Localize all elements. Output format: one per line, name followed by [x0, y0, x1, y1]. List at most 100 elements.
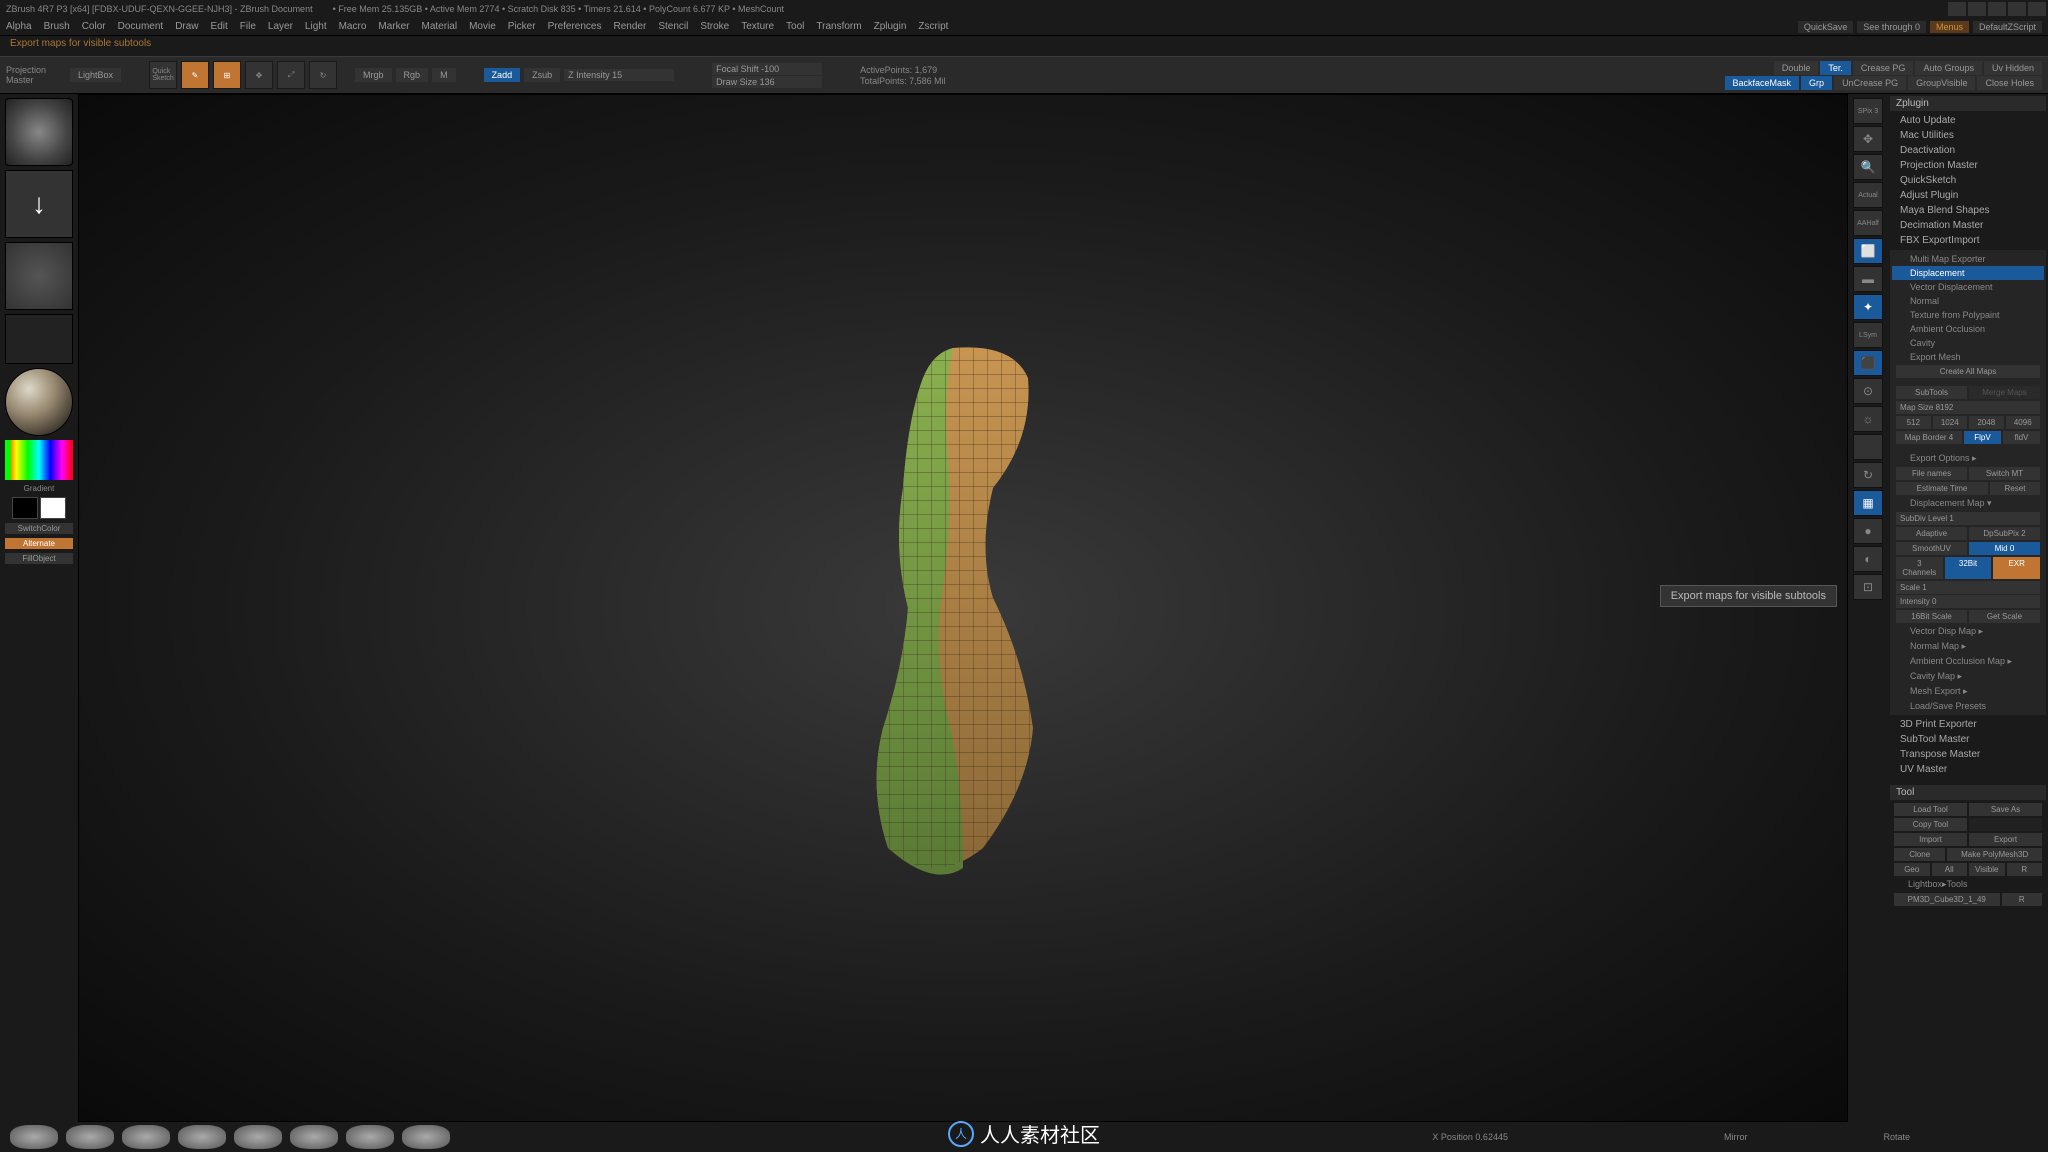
menu-layer[interactable]: Layer — [268, 21, 293, 32]
tool-title[interactable]: Tool — [1890, 785, 2046, 800]
bottom-thumb5[interactable] — [234, 1125, 282, 1149]
3dprint-item[interactable]: 3D Print Exporter — [1890, 717, 2046, 732]
mirror-label[interactable]: Mirror — [1724, 1132, 1748, 1142]
cavitymap-expand[interactable]: Cavity Map ▸ — [1892, 669, 2044, 684]
fluv-button[interactable]: FlpV — [1964, 431, 2001, 444]
space-icon[interactable]: ⊡ — [1853, 574, 1883, 600]
unhidden-button[interactable]: Uv Hidden — [1984, 61, 2042, 75]
material-preview[interactable] — [5, 368, 73, 436]
projmaster-item[interactable]: Projection Master — [1890, 158, 2046, 173]
mid-button[interactable]: Mid 0 — [1969, 542, 2040, 555]
menu-light[interactable]: Light — [305, 21, 327, 32]
filenames-button[interactable]: File names — [1896, 467, 1967, 480]
fldv-button[interactable]: fldV — [2003, 431, 2040, 444]
zintensity-slider[interactable]: Z Intensity 15 — [564, 69, 674, 81]
createallmaps-button[interactable]: Create All Maps — [1896, 365, 2040, 378]
mergemaps-button[interactable]: Merge Maps — [1969, 386, 2040, 399]
wc1[interactable] — [1948, 2, 1966, 16]
wc3[interactable] — [1988, 2, 2006, 16]
meshexport-expand[interactable]: Mesh Export ▸ — [1892, 684, 2044, 699]
move-icon[interactable] — [1853, 434, 1883, 460]
dispmap-expand[interactable]: Displacement Map ▾ — [1892, 496, 2044, 511]
menu-macro[interactable]: Macro — [339, 21, 367, 32]
subtools-button[interactable]: SubTools — [1896, 386, 1967, 399]
rotate-button[interactable]: ↻ — [309, 61, 337, 89]
menu-movie[interactable]: Movie — [469, 21, 496, 32]
zsub-button[interactable]: Zsub — [524, 68, 560, 82]
projection-master-button[interactable]: Projection Master — [6, 65, 66, 85]
quicksave-button[interactable]: QuickSave — [1798, 21, 1854, 33]
macutil-item[interactable]: Mac Utilities — [1890, 128, 2046, 143]
transposemaster-item[interactable]: Transpose Master — [1890, 747, 2046, 762]
menu-edit[interactable]: Edit — [211, 21, 228, 32]
actual-icon[interactable]: Actual — [1853, 182, 1883, 208]
quicksketch-item[interactable]: QuickSketch — [1890, 173, 2046, 188]
loadsave-button[interactable]: Load/Save Presets — [1892, 699, 2044, 713]
menu-stencil[interactable]: Stencil — [658, 21, 688, 32]
menu-file[interactable]: File — [240, 21, 256, 32]
menu-color[interactable]: Color — [82, 21, 106, 32]
scroll-icon[interactable]: ✥ — [1853, 126, 1883, 152]
persp-icon[interactable]: ⬜ — [1853, 238, 1883, 264]
makepoly-button[interactable]: Make PolyMesh3D — [1947, 848, 2042, 861]
double-button[interactable]: Double — [1774, 61, 1819, 75]
adaptive-button[interactable]: Adaptive — [1896, 527, 1967, 540]
menu-transform[interactable]: Transform — [816, 21, 861, 32]
menu-stroke[interactable]: Stroke — [700, 21, 729, 32]
export-button[interactable]: Export — [1969, 833, 2042, 846]
seethrough-slider[interactable]: See through 0 — [1857, 21, 1926, 33]
menu-picker[interactable]: Picker — [508, 21, 536, 32]
polyframe-icon[interactable]: ▦ — [1853, 490, 1883, 516]
bottom-thumb2[interactable] — [66, 1125, 114, 1149]
solo-icon[interactable]: ◐ — [1853, 546, 1883, 572]
bottom-thumb1[interactable] — [10, 1125, 58, 1149]
mapsize-slider[interactable]: Map Size 8192 — [1896, 401, 2040, 414]
bottom-thumb6[interactable] — [290, 1125, 338, 1149]
color-picker[interactable] — [5, 440, 73, 480]
wc5[interactable] — [2028, 2, 2046, 16]
wc4[interactable] — [2008, 2, 2026, 16]
move-button[interactable]: ✥ — [245, 61, 273, 89]
exportoptions-expand[interactable]: Export Options ▸ — [1892, 451, 2044, 466]
getscale-button[interactable]: Get Scale — [1969, 610, 2040, 623]
switchmt-button[interactable]: Switch MT — [1969, 467, 2040, 480]
exportmesh-toggle[interactable]: Export Mesh — [1892, 350, 2044, 364]
bottom-thumb3[interactable] — [122, 1125, 170, 1149]
r2-button[interactable]: R — [2002, 893, 2043, 906]
rgb-button[interactable]: Rgb — [396, 68, 429, 82]
groupvisible-button[interactable]: GroupVisible — [1908, 76, 1975, 90]
size4096-button[interactable]: 4096 — [2006, 416, 2041, 429]
bit32-button[interactable]: 32Bit — [1945, 557, 1992, 579]
lightboxtools-item[interactable]: Lightbox▸Tools — [1890, 877, 2046, 892]
zplugin-title[interactable]: Zplugin — [1890, 96, 2046, 111]
bottom-thumb8[interactable] — [402, 1125, 450, 1149]
adjustplugin-item[interactable]: Adjust Plugin — [1890, 188, 2046, 203]
grp-button[interactable]: Grp — [1801, 76, 1832, 90]
mme-title[interactable]: Multi Map Exporter — [1892, 252, 2044, 266]
normalmap-expand[interactable]: Normal Map ▸ — [1892, 639, 2044, 654]
menus-button[interactable]: Menus — [1930, 21, 1969, 33]
menu-preferences[interactable]: Preferences — [548, 21, 602, 32]
menu-document[interactable]: Document — [118, 21, 164, 32]
menu-tool[interactable]: Tool — [786, 21, 804, 32]
zoom-icon[interactable]: 🔍 — [1853, 154, 1883, 180]
saveas-button[interactable]: Save As — [1969, 803, 2042, 816]
aomap-expand[interactable]: Ambient Occlusion Map ▸ — [1892, 654, 2044, 669]
menu-draw[interactable]: Draw — [175, 21, 198, 32]
swatch-secondary[interactable] — [12, 497, 38, 519]
brush-preview[interactable] — [5, 98, 73, 166]
shadow-icon[interactable]: ● — [1853, 518, 1883, 544]
menu-brush[interactable]: Brush — [44, 21, 70, 32]
pastetool-button[interactable] — [1969, 818, 2042, 831]
frame-icon[interactable]: ⊙ — [1853, 378, 1883, 404]
geo-button[interactable]: Geo — [1894, 863, 1930, 876]
mayablend-item[interactable]: Maya Blend Shapes — [1890, 203, 2046, 218]
cavity-toggle[interactable]: Cavity — [1892, 336, 2044, 350]
smoothuv-button[interactable]: SmoothUV — [1896, 542, 1967, 555]
current-tool[interactable]: PM3D_Cube3D_1_49 — [1894, 893, 2000, 906]
local-icon[interactable]: ✦ — [1853, 294, 1883, 320]
defaultzscript-button[interactable]: DefaultZScript — [1973, 21, 2042, 33]
uncreasepg-button[interactable]: UnCrease PG — [1834, 76, 1906, 90]
scale-button[interactable]: ⤢ — [277, 61, 305, 89]
menu-render[interactable]: Render — [614, 21, 647, 32]
